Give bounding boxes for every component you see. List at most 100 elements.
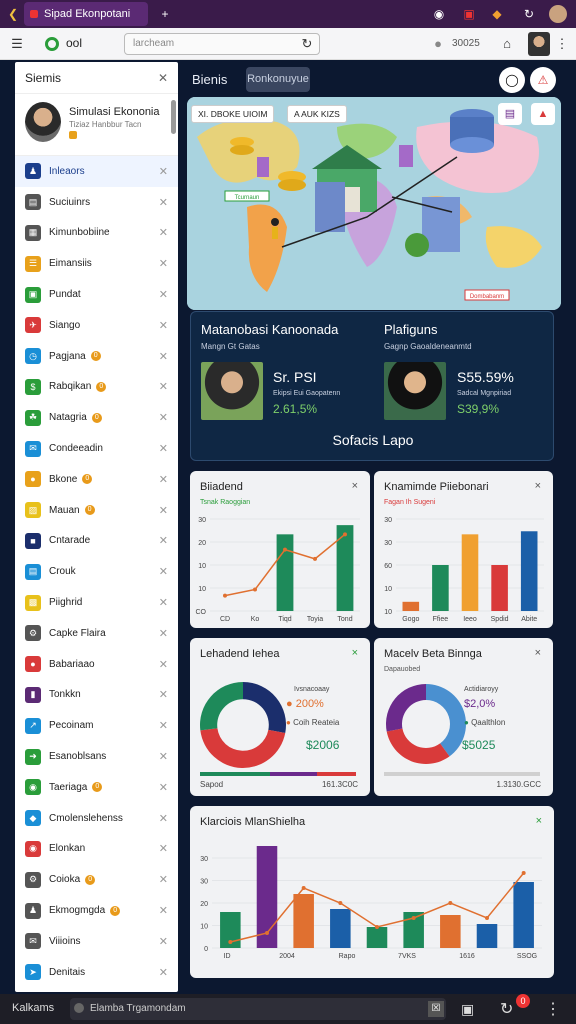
sidebar-item-tonkkn[interactable]: ▮ Tonkkn ✕ [15,680,178,711]
summary-panel: Matanobasi Kanoonada Mangn Gt Gatas Sr. … [190,311,554,461]
sidebar-item-ekmogmgda[interactable]: ♟ Ekmogmgda 0 ✕ [15,895,178,926]
close-icon[interactable]: ✕ [159,288,168,301]
reload-icon[interactable]: ↻ [298,35,316,53]
progress-bar [200,772,356,776]
close-icon[interactable]: ✕ [159,473,168,486]
sidebar-close-icon[interactable]: ✕ [158,71,168,85]
close-icon[interactable]: ✕ [159,165,168,178]
close-icon[interactable]: ✕ [159,873,168,886]
sidebar-item-inleaors[interactable]: ♟ Inleaors ✕ [15,156,178,187]
new-tab-button[interactable]: + [156,5,174,23]
close-icon[interactable]: ✕ [159,257,168,270]
close-icon[interactable]: × [352,647,358,659]
alert-icon[interactable]: ⚠ [530,67,556,93]
map-tool-2-icon[interactable]: ▲ [531,103,555,125]
menu-icon[interactable]: ☰ [8,35,26,53]
close-icon[interactable]: × [535,647,541,659]
bar [336,525,354,611]
close-icon[interactable]: ✕ [159,319,168,332]
sidebar-item-suciuinrs[interactable]: ▤ Suciuinrs ✕ [15,187,178,218]
tab-ronkonuyue[interactable]: Ronkonuyue [246,67,310,92]
sidebar-item-taeriaga[interactable]: ◉ Taeriaga 0 ✕ [15,772,178,803]
close-icon[interactable]: ✕ [159,411,168,424]
sidebar-item-natagria[interactable]: ☘ Natagria 0 ✕ [15,402,178,433]
bottom-search-input[interactable]: Elamba Trgamondam ☒ [70,998,446,1020]
sidebar-item-label: Capke Flaira [49,627,106,639]
close-icon[interactable]: ✕ [159,196,168,209]
sidebar-item-siango[interactable]: ✈ Siango ✕ [15,310,178,341]
x-tick-label: CD [220,616,230,623]
item-badge: 0 [90,351,101,362]
close-icon[interactable]: ✕ [159,534,168,547]
close-icon[interactable]: ✕ [159,350,168,363]
sidebar-item-viiioins[interactable]: ✉ Viiioins ✕ [15,926,178,957]
close-icon[interactable]: ✕ [159,226,168,239]
bar [330,909,351,948]
sidebar-item-mauan[interactable]: ▨ Mauan 0 ✕ [15,495,178,526]
close-icon[interactable]: ✕ [159,812,168,825]
more-icon[interactable]: ⋮ [553,35,571,53]
sidebar-item-piighrid[interactable]: ▩ Piighrid ✕ [15,587,178,618]
sidebar-item-cmolenslehenss[interactable]: ◆ Cmolenslehenss ✕ [15,803,178,834]
close-icon[interactable]: ✕ [159,781,168,794]
sidebar-item-bkone[interactable]: ● Bkone 0 ✕ [15,464,178,495]
sidebar-item-babariaao[interactable]: ● Babariaao ✕ [15,649,178,680]
sidebar-profile[interactable]: Simulasi Ekononia Tiziaz Hanbbur Tacn [15,94,178,156]
close-icon[interactable]: ✕ [159,596,168,609]
close-icon[interactable]: ✕ [159,719,168,732]
sidebar-item-rabqikan[interactable]: $ Rabqikan 0 ✕ [15,372,178,403]
close-icon[interactable]: ✕ [159,842,168,855]
profile-subtitle: Tiziaz Hanbbur Tacn [69,120,142,129]
refresh-icon[interactable]: ↻ [500,999,513,1019]
line-point [253,587,257,592]
bar [402,601,420,611]
y-tick-label: 10 [384,586,392,593]
sidebar-item-denitais[interactable]: ➤ Denitais ✕ [15,957,178,988]
sidebar-item-condeeadin[interactable]: ✉ Condeeadin ✕ [15,433,178,464]
refresh-icon[interactable]: ↻ [520,5,538,23]
close-icon[interactable]: ✕ [159,688,168,701]
sidebar-item-elonkan[interactable]: ◉ Elonkan ✕ [15,834,178,865]
puzzle-icon[interactable]: ▣ [461,1001,474,1018]
sidebar-item-eimansiis[interactable]: ☰ Eimansiis ✕ [15,248,178,279]
close-icon[interactable]: ✕ [159,380,168,393]
search-input[interactable]: larcheam [124,33,320,55]
bar [520,531,538,611]
back-icon[interactable]: ❮ [4,5,22,23]
y-tick-label: 60 [384,563,392,570]
close-icon[interactable]: ✕ [159,565,168,578]
sidebar-item-capke-flaira[interactable]: ⚙ Capke Flaira ✕ [15,618,178,649]
address-prefix: ool [66,36,83,50]
close-icon[interactable]: ✕ [159,935,168,948]
sidebar-item-cntarade[interactable]: ■ Cntarade ✕ [15,526,178,557]
close-icon[interactable]: ✕ [159,442,168,455]
user-avatar-icon[interactable] [549,5,567,23]
panel-right-pct: S39,9% [457,402,500,416]
sidebar-item-pagjana[interactable]: ◷ Pagjana 0 ✕ [15,341,178,372]
more-icon[interactable]: ⋮ [545,999,561,1019]
record-icon[interactable]: ◉ [430,5,448,23]
map-button-2[interactable]: A AUK KIZS [287,105,347,123]
sidebar-item-kimunbobiine[interactable]: ▦ Kimunbobiine ✕ [15,218,178,249]
sidebar-item-pecoinam[interactable]: ↗ Pecoinam ✕ [15,710,178,741]
map-tool-1-icon[interactable]: ▤ [498,103,522,125]
sidebar-item-coioka[interactable]: ⚙ Coioka 0 ✕ [15,864,178,895]
close-icon[interactable]: ☒ [428,1001,444,1017]
extension-icon[interactable]: ▣ [460,5,478,23]
browser-tab[interactable]: Sipad Ekonpotani [24,2,148,26]
map-button-1[interactable]: XI. DBOKE UIOIM [191,105,275,123]
sidebar-item-esanoblsans[interactable]: ➜ Esanoblsans ✕ [15,741,178,772]
bulb-icon[interactable]: ◯ [499,67,525,93]
close-icon[interactable]: ✕ [159,504,168,517]
sidebar-item-crouk[interactable]: ▤ Crouk ✕ [15,556,178,587]
close-icon[interactable]: ✕ [159,904,168,917]
profile-avatar[interactable] [528,32,550,56]
close-icon[interactable]: ✕ [159,966,168,979]
puzzle-icon[interactable]: ◆ [488,5,506,23]
close-icon[interactable]: ✕ [159,658,168,671]
close-icon[interactable]: ✕ [159,750,168,763]
sidebar-scrollbar[interactable] [171,100,176,134]
close-icon[interactable]: ✕ [159,627,168,640]
sidebar-item-pundat[interactable]: ▣ Pundat ✕ [15,279,178,310]
home-icon[interactable]: ⌂ [498,35,516,53]
